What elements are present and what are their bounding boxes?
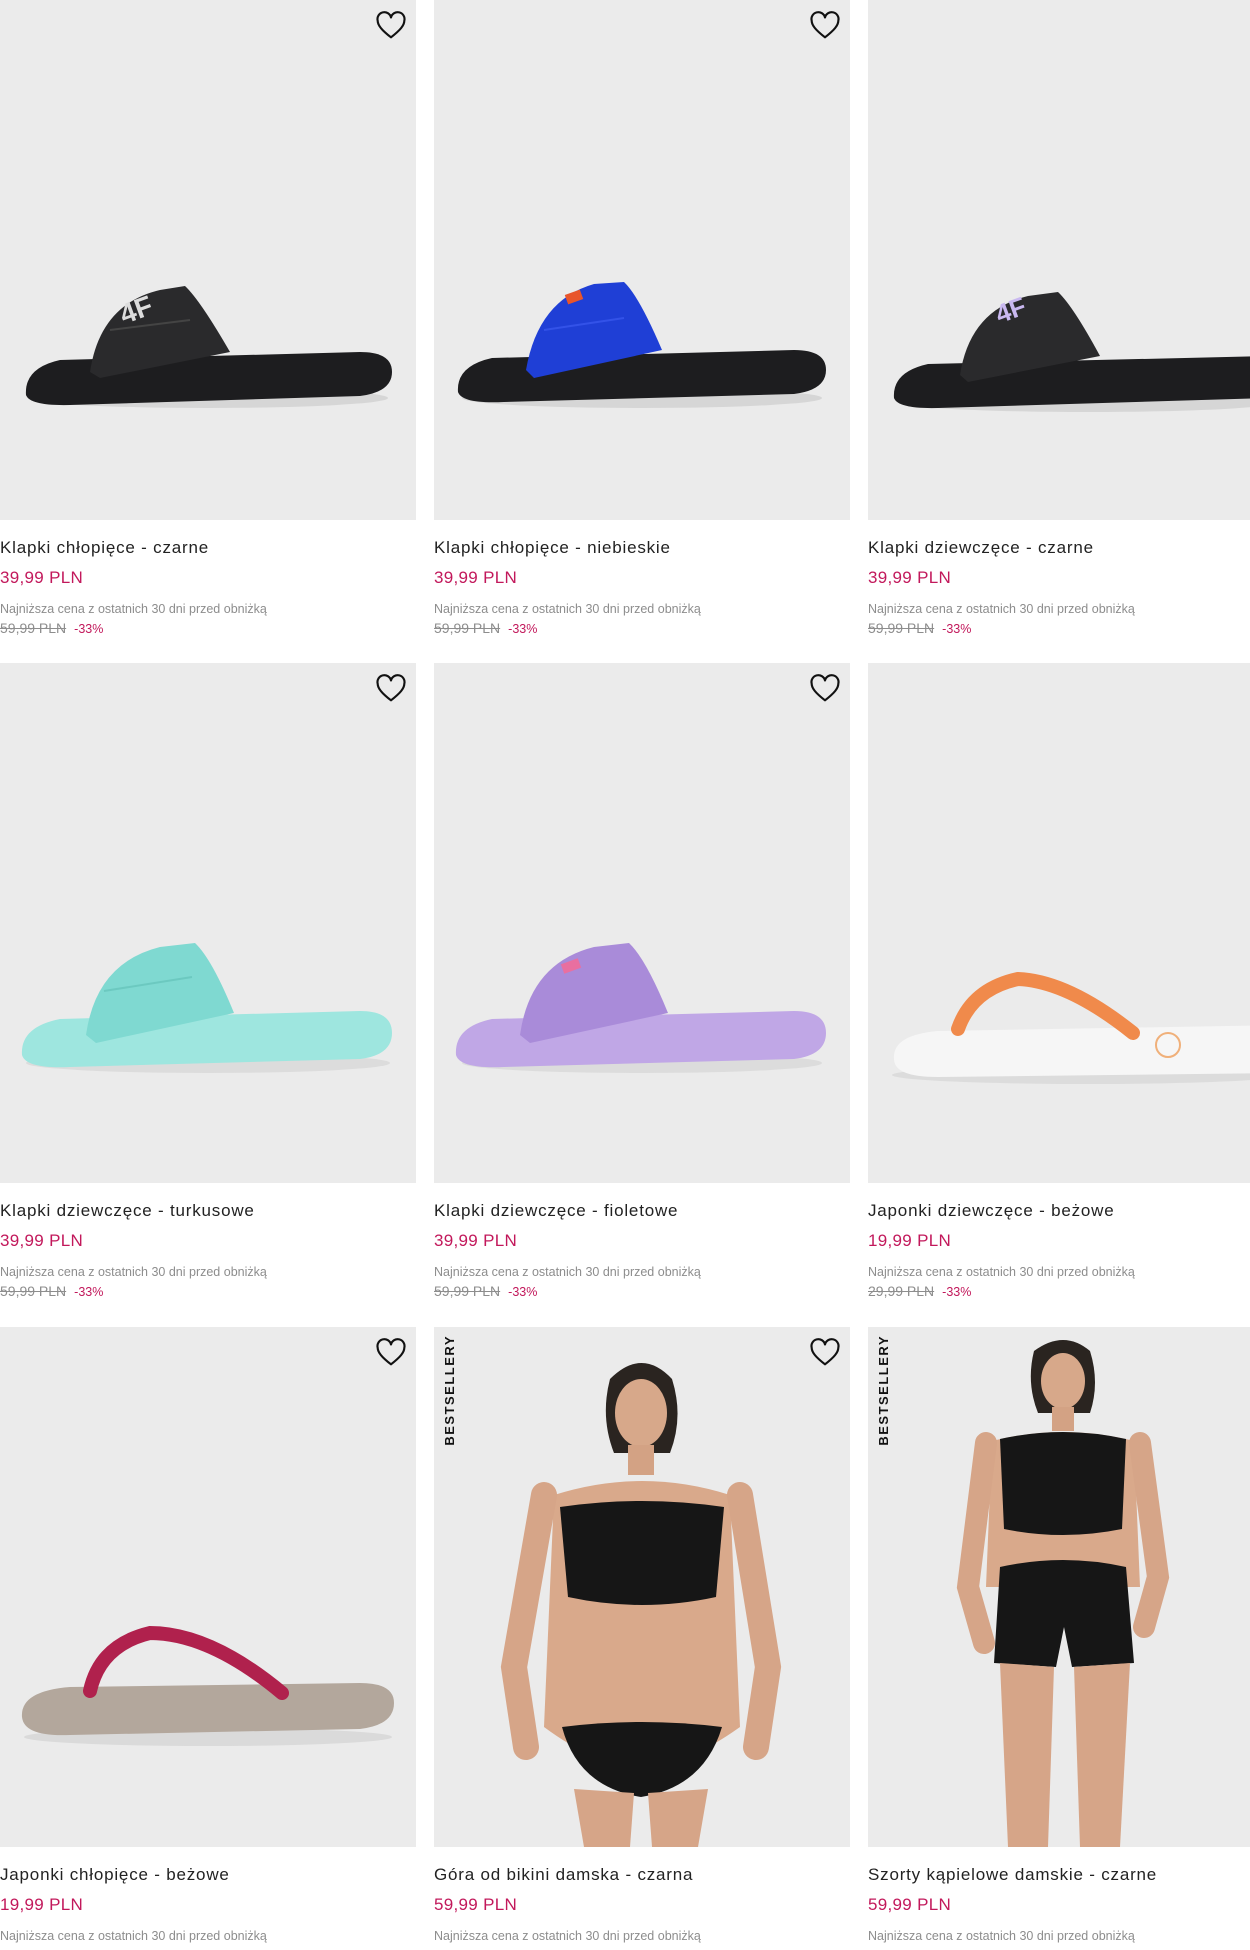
product-name[interactable]: Klapki dziewczęce - czarne (868, 538, 1250, 558)
add-to-wishlist-button[interactable] (808, 10, 842, 42)
slide-sandal-black-image: 4F (25, 286, 392, 408)
discount-badge: -33% (942, 622, 972, 636)
bestseller-badge: BESTSELLERY (876, 1335, 891, 1446)
product-name[interactable]: Klapki dziewczęce - fioletowe (434, 1201, 850, 1221)
old-price: 29,99 PLN (868, 1283, 935, 1299)
lowest-price-note: Najniższa cena z ostatnich 30 dni przed … (0, 1265, 267, 1279)
product-name[interactable]: Japonki dziewczęce - beżowe (868, 1201, 1250, 1221)
lowest-price-note: Najniższa cena z ostatnich 30 dni przed … (0, 1929, 267, 1943)
product-grid: 4F Klapki chłopięce - czarne 39,99 PLN N… (0, 0, 1250, 1950)
swim-shorts-model-image (956, 1340, 1170, 1847)
product-image[interactable] (868, 663, 1250, 1183)
old-price-row: 59,99 PLN -33% (434, 620, 850, 636)
heart-icon (809, 10, 841, 42)
lowest-price-note: Najniższa cena z ostatnich 30 dni przed … (434, 1929, 701, 1943)
old-price: 59,99 PLN (0, 1283, 67, 1299)
slide-sandal-purple-image (455, 943, 826, 1073)
product-price: 39,99 PLN (0, 1231, 84, 1250)
product-price: 59,99 PLN (434, 1895, 518, 1914)
product-card[interactable]: Japonki dziewczęce - beżowe 19,99 PLN Na… (868, 663, 1250, 1299)
old-price-row: 59,99 PLN -33% (434, 1283, 850, 1299)
lowest-price-note: Najniższa cena z ostatnich 30 dni przed … (434, 602, 701, 616)
add-to-wishlist-button[interactable] (808, 1337, 842, 1369)
old-price: 59,99 PLN (434, 620, 501, 636)
heart-icon (375, 10, 407, 42)
product-card[interactable]: Klapki dziewczęce - turkusowe 39,99 PLN … (0, 663, 416, 1299)
old-price-row: 59,99 PLN -33% (0, 1283, 416, 1299)
heart-icon (809, 673, 841, 705)
product-card[interactable]: 4F Klapki chłopięce - czarne 39,99 PLN N… (0, 0, 416, 636)
product-image[interactable] (434, 663, 850, 1183)
product-image[interactable]: 4F (0, 0, 416, 520)
add-to-wishlist-button[interactable] (808, 673, 842, 705)
slide-sandal-black-girl-image: 4F (893, 291, 1250, 412)
add-to-wishlist-button[interactable] (374, 1337, 408, 1369)
product-price: 19,99 PLN (868, 1231, 952, 1250)
lowest-price-note: Najniższa cena z ostatnich 30 dni przed … (868, 1929, 1135, 1943)
slide-sandal-blue-image (457, 282, 826, 408)
discount-badge: -33% (74, 1285, 104, 1299)
product-image[interactable]: BESTSELLERY (434, 1327, 850, 1847)
bikini-model-image (500, 1363, 782, 1847)
product-name[interactable]: Japonki chłopięce - beżowe (0, 1865, 416, 1885)
bestseller-badge: BESTSELLERY (442, 1335, 457, 1446)
product-price: 39,99 PLN (0, 568, 84, 587)
product-price: 39,99 PLN (434, 1231, 518, 1250)
lowest-price-note: Najniższa cena z ostatnich 30 dni przed … (868, 602, 1135, 616)
product-card[interactable]: BESTSELLERY Szorty kąpielowe damskie - c… (868, 1327, 1250, 1943)
discount-badge: -33% (508, 622, 538, 636)
product-price: 19,99 PLN (0, 1895, 84, 1914)
product-name[interactable]: Klapki dziewczęce - turkusowe (0, 1201, 416, 1221)
old-price-row: 59,99 PLN -33% (0, 620, 416, 636)
product-name[interactable]: Szorty kąpielowe damskie - czarne (868, 1865, 1250, 1885)
product-card[interactable]: 4F Klapki dziewczęce - czarne 39,99 PLN … (868, 0, 1250, 636)
product-name[interactable]: Góra od bikini damska - czarna (434, 1865, 850, 1885)
old-price: 59,99 PLN (0, 620, 67, 636)
add-to-wishlist-button[interactable] (374, 10, 408, 42)
product-image[interactable] (434, 0, 850, 520)
heart-icon (375, 1337, 407, 1369)
old-price-row: 59,99 PLN -33% (868, 620, 1250, 636)
heart-icon (375, 673, 407, 705)
product-image[interactable]: BESTSELLERY (868, 1327, 1250, 1847)
product-image[interactable] (0, 1327, 416, 1847)
add-to-wishlist-button[interactable] (374, 673, 408, 705)
heart-icon (809, 1337, 841, 1369)
product-price: 39,99 PLN (434, 568, 518, 587)
product-price: 59,99 PLN (868, 1895, 952, 1914)
product-image[interactable] (0, 663, 416, 1183)
slide-sandal-turquoise-image (21, 943, 393, 1073)
product-image[interactable]: 4F (868, 0, 1250, 520)
product-price: 39,99 PLN (868, 568, 952, 587)
product-card[interactable]: Klapki dziewczęce - fioletowe 39,99 PLN … (434, 663, 850, 1299)
old-price-row: 29,99 PLN -33% (868, 1283, 1250, 1299)
old-price: 59,99 PLN (434, 1283, 501, 1299)
product-card[interactable]: Japonki chłopięce - beżowe 19,99 PLN Naj… (0, 1327, 416, 1943)
lowest-price-note: Najniższa cena z ostatnich 30 dni przed … (0, 602, 267, 616)
lowest-price-note: Najniższa cena z ostatnich 30 dni przed … (868, 1265, 1135, 1279)
lowest-price-note: Najniższa cena z ostatnich 30 dni przed … (434, 1265, 701, 1279)
discount-badge: -33% (508, 1285, 538, 1299)
product-card[interactable]: Klapki chłopięce - niebieskie 39,99 PLN … (434, 0, 850, 636)
product-card[interactable]: BESTSELLERY Góra od bikini damska - czar… (434, 1327, 850, 1943)
product-name[interactable]: Klapki chłopięce - niebieskie (434, 538, 850, 558)
flip-flop-beige-image (21, 1625, 395, 1746)
old-price: 59,99 PLN (868, 620, 935, 636)
product-name[interactable]: Klapki chłopięce - czarne (0, 538, 416, 558)
discount-badge: -33% (74, 622, 104, 636)
flip-flop-orange-image (892, 971, 1250, 1084)
discount-badge: -33% (942, 1285, 972, 1299)
